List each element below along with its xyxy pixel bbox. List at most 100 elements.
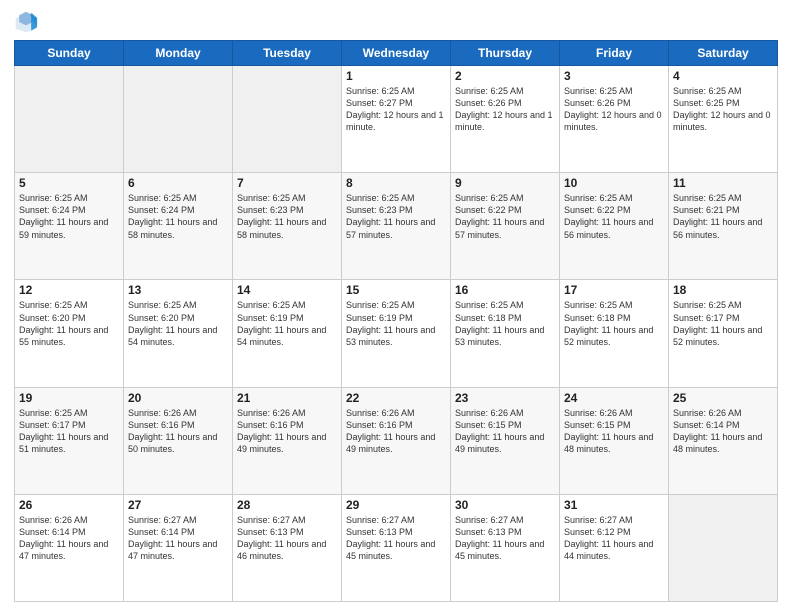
calendar-cell: 2Sunrise: 6:25 AM Sunset: 6:26 PM Daylig… [451, 66, 560, 173]
day-number: 28 [237, 498, 337, 512]
cell-info: Sunrise: 6:25 AM Sunset: 6:25 PM Dayligh… [673, 85, 773, 134]
weekday-header-sunday: Sunday [15, 41, 124, 66]
calendar-cell: 4 Sunrise: 6:25 AM Sunset: 6:25 PM Daylig… [669, 66, 778, 173]
cell-info: Sunrise: 6:27 AM Sunset: 6:13 PM Dayligh… [346, 514, 446, 563]
calendar-cell: 8Sunrise: 6:25 AM Sunset: 6:23 PM Daylig… [342, 173, 451, 280]
week-row-2: 12 Sunrise: 6:25 AM Sunset: 6:20 PM Dayli… [15, 280, 778, 387]
week-row-1: 5 Sunrise: 6:25 AM Sunset: 6:24 PM Daylig… [15, 173, 778, 280]
cell-info: Sunrise: 6:27 AM Sunset: 6:14 PM Dayligh… [128, 514, 228, 563]
day-number: 1 [346, 69, 446, 83]
day-number: 26 [19, 498, 119, 512]
week-row-3: 19Sunrise: 6:25 AM Sunset: 6:17 PM Dayli… [15, 387, 778, 494]
calendar-cell: 30Sunrise: 6:27 AM Sunset: 6:13 PM Dayli… [451, 494, 560, 601]
day-number: 19 [19, 391, 119, 405]
day-number: 21 [237, 391, 337, 405]
day-number: 13 [128, 283, 228, 297]
calendar-cell: 29Sunrise: 6:27 AM Sunset: 6:13 PM Dayli… [342, 494, 451, 601]
cell-info: Sunrise: 6:25 AM Sunset: 6:20 PM Dayligh… [19, 299, 119, 348]
cell-info: Sunrise: 6:25 AM Sunset: 6:24 PM Dayligh… [128, 192, 228, 241]
logo-icon [14, 10, 38, 34]
calendar-cell [124, 66, 233, 173]
day-number: 25 [673, 391, 773, 405]
day-number: 31 [564, 498, 664, 512]
cell-info: Sunrise: 6:26 AM Sunset: 6:15 PM Dayligh… [564, 407, 664, 456]
cell-info: Sunrise: 6:25 AM Sunset: 6:19 PM Dayligh… [237, 299, 337, 348]
cell-info: Sunrise: 6:25 AM Sunset: 6:21 PM Dayligh… [673, 192, 773, 241]
calendar-cell: 5 Sunrise: 6:25 AM Sunset: 6:24 PM Daylig… [15, 173, 124, 280]
day-number: 3 [564, 69, 664, 83]
calendar-cell: 20 Sunrise: 6:26 AM Sunset: 6:16 PM Dayli… [124, 387, 233, 494]
cell-info: Sunrise: 6:25 AM Sunset: 6:26 PM Dayligh… [455, 85, 555, 134]
calendar-cell: 15 Sunrise: 6:25 AM Sunset: 6:19 PM Dayli… [342, 280, 451, 387]
week-row-4: 26 Sunrise: 6:26 AM Sunset: 6:14 PM Dayli… [15, 494, 778, 601]
day-number: 17 [564, 283, 664, 297]
cell-info: Sunrise: 6:26 AM Sunset: 6:14 PM Dayligh… [673, 407, 773, 456]
day-number: 9 [455, 176, 555, 190]
weekday-header-friday: Friday [560, 41, 669, 66]
calendar-cell: 9Sunrise: 6:25 AM Sunset: 6:22 PM Daylig… [451, 173, 560, 280]
weekday-header-monday: Monday [124, 41, 233, 66]
cell-info: Sunrise: 6:25 AM Sunset: 6:18 PM Dayligh… [564, 299, 664, 348]
calendar-cell: 22 Sunrise: 6:26 AM Sunset: 6:16 PM Dayli… [342, 387, 451, 494]
calendar-cell [15, 66, 124, 173]
day-number: 27 [128, 498, 228, 512]
calendar-cell: 23 Sunrise: 6:26 AM Sunset: 6:15 PM Dayli… [451, 387, 560, 494]
cell-info: Sunrise: 6:25 AM Sunset: 6:27 PM Dayligh… [346, 85, 446, 134]
day-number: 8 [346, 176, 446, 190]
cell-info: Sunrise: 6:25 AM Sunset: 6:24 PM Dayligh… [19, 192, 119, 241]
day-number: 12 [19, 283, 119, 297]
day-number: 4 [673, 69, 773, 83]
calendar-cell: 7Sunrise: 6:25 AM Sunset: 6:23 PM Daylig… [233, 173, 342, 280]
cell-info: Sunrise: 6:26 AM Sunset: 6:15 PM Dayligh… [455, 407, 555, 456]
cell-info: Sunrise: 6:26 AM Sunset: 6:14 PM Dayligh… [19, 514, 119, 563]
cell-info: Sunrise: 6:27 AM Sunset: 6:13 PM Dayligh… [455, 514, 555, 563]
calendar-cell: 25 Sunrise: 6:26 AM Sunset: 6:14 PM Dayli… [669, 387, 778, 494]
cell-info: Sunrise: 6:26 AM Sunset: 6:16 PM Dayligh… [346, 407, 446, 456]
calendar-cell: 18 Sunrise: 6:25 AM Sunset: 6:17 PM Dayli… [669, 280, 778, 387]
calendar-cell: 12 Sunrise: 6:25 AM Sunset: 6:20 PM Dayli… [15, 280, 124, 387]
cell-info: Sunrise: 6:25 AM Sunset: 6:22 PM Dayligh… [564, 192, 664, 241]
cell-info: Sunrise: 6:26 AM Sunset: 6:16 PM Dayligh… [128, 407, 228, 456]
calendar-cell: 28 Sunrise: 6:27 AM Sunset: 6:13 PM Dayli… [233, 494, 342, 601]
cell-info: Sunrise: 6:25 AM Sunset: 6:26 PM Dayligh… [564, 85, 664, 134]
weekday-header-thursday: Thursday [451, 41, 560, 66]
cell-info: Sunrise: 6:25 AM Sunset: 6:20 PM Dayligh… [128, 299, 228, 348]
day-number: 11 [673, 176, 773, 190]
page: SundayMondayTuesdayWednesdayThursdayFrid… [0, 0, 792, 612]
calendar-cell: 6 Sunrise: 6:25 AM Sunset: 6:24 PM Daylig… [124, 173, 233, 280]
cell-info: Sunrise: 6:25 AM Sunset: 6:18 PM Dayligh… [455, 299, 555, 348]
logo [14, 10, 42, 34]
calendar-cell: 16 Sunrise: 6:25 AM Sunset: 6:18 PM Dayli… [451, 280, 560, 387]
cell-info: Sunrise: 6:25 AM Sunset: 6:17 PM Dayligh… [673, 299, 773, 348]
cell-info: Sunrise: 6:26 AM Sunset: 6:16 PM Dayligh… [237, 407, 337, 456]
calendar-cell: 19Sunrise: 6:25 AM Sunset: 6:17 PM Dayli… [15, 387, 124, 494]
calendar-cell: 10Sunrise: 6:25 AM Sunset: 6:22 PM Dayli… [560, 173, 669, 280]
calendar-cell: 26 Sunrise: 6:26 AM Sunset: 6:14 PM Dayli… [15, 494, 124, 601]
week-row-0: 1 Sunrise: 6:25 AM Sunset: 6:27 PM Daylig… [15, 66, 778, 173]
calendar-cell: 27 Sunrise: 6:27 AM Sunset: 6:14 PM Dayli… [124, 494, 233, 601]
cell-info: Sunrise: 6:25 AM Sunset: 6:19 PM Dayligh… [346, 299, 446, 348]
cell-info: Sunrise: 6:27 AM Sunset: 6:13 PM Dayligh… [237, 514, 337, 563]
day-number: 23 [455, 391, 555, 405]
calendar-cell: 31 Sunrise: 6:27 AM Sunset: 6:12 PM Dayli… [560, 494, 669, 601]
calendar-table: SundayMondayTuesdayWednesdayThursdayFrid… [14, 40, 778, 602]
day-number: 22 [346, 391, 446, 405]
calendar-cell: 11 Sunrise: 6:25 AM Sunset: 6:21 PM Dayli… [669, 173, 778, 280]
calendar-cell: 21 Sunrise: 6:26 AM Sunset: 6:16 PM Dayli… [233, 387, 342, 494]
calendar-cell: 3 Sunrise: 6:25 AM Sunset: 6:26 PM Daylig… [560, 66, 669, 173]
calendar-cell: 24 Sunrise: 6:26 AM Sunset: 6:15 PM Dayli… [560, 387, 669, 494]
calendar-cell: 17 Sunrise: 6:25 AM Sunset: 6:18 PM Dayli… [560, 280, 669, 387]
day-number: 24 [564, 391, 664, 405]
weekday-header-saturday: Saturday [669, 41, 778, 66]
day-number: 16 [455, 283, 555, 297]
day-number: 20 [128, 391, 228, 405]
calendar-cell [669, 494, 778, 601]
weekday-header-tuesday: Tuesday [233, 41, 342, 66]
day-number: 14 [237, 283, 337, 297]
day-number: 15 [346, 283, 446, 297]
day-number: 6 [128, 176, 228, 190]
weekday-header-row: SundayMondayTuesdayWednesdayThursdayFrid… [15, 41, 778, 66]
day-number: 5 [19, 176, 119, 190]
cell-info: Sunrise: 6:27 AM Sunset: 6:12 PM Dayligh… [564, 514, 664, 563]
day-number: 18 [673, 283, 773, 297]
